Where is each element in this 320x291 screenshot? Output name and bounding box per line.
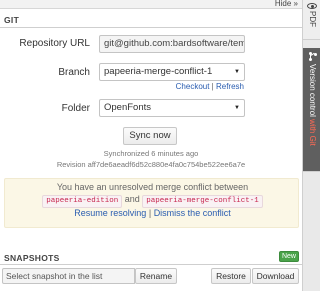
conflict-message: You have an unresolved merge conflict be… <box>56 182 249 192</box>
resume-resolving-link[interactable]: Resume resolving <box>74 208 146 218</box>
tab-version-control-label: Version control with Git <box>307 64 317 146</box>
tab-version-control[interactable]: Version control with Git <box>303 48 320 172</box>
folder-select[interactable]: OpenFonts ▼ <box>99 99 245 117</box>
refresh-link[interactable]: Refresh <box>216 82 244 91</box>
chevron-down-icon: ▼ <box>234 69 240 75</box>
revision-text: Revision aff7de6aeadf6d52c880e4fa0c754be… <box>56 160 246 169</box>
download-button[interactable]: Download <box>252 268 299 284</box>
branch-links: Checkout | Refresh <box>150 82 244 91</box>
folder-select-value: OpenFonts <box>104 102 151 113</box>
merge-conflict-notice: You have an unresolved merge conflict be… <box>4 178 299 228</box>
sync-now-button[interactable]: Sync now <box>123 127 177 145</box>
chevron-down-icon: ▼ <box>234 105 240 111</box>
new-snapshot-button[interactable]: New <box>279 251 299 262</box>
link-separator: | <box>211 82 214 91</box>
tab-pdf[interactable]: PDF <box>303 0 320 40</box>
version-control-text: Version control <box>308 64 317 117</box>
top-bar: Hide » <box>0 0 302 9</box>
tab-pdf-label: PDF <box>308 11 317 27</box>
dismiss-conflict-link[interactable]: Dismiss the conflict <box>154 208 231 218</box>
divider <box>0 264 302 265</box>
conflict-separator: | <box>148 208 152 218</box>
with-git-text: with Git <box>308 119 317 146</box>
side-tabs: PDF Version control with Git <box>302 0 320 291</box>
branch-select-value: papeeria-merge-conflict-1 <box>104 66 213 77</box>
conflict-branches: papeeria-edition and papeeria-merge-conf… <box>5 194 300 208</box>
conflict-actions: Resume resolving | Dismiss the conflict <box>5 208 300 218</box>
git-branch-icon <box>308 52 317 61</box>
hide-panel-link[interactable]: Hide » <box>275 0 298 9</box>
conflict-branch-a: papeeria-edition <box>42 195 123 208</box>
checkout-link[interactable]: Checkout <box>176 82 210 91</box>
snapshot-select-field[interactable]: Select snapshot in the list <box>2 268 135 284</box>
snapshots-section-title: SNAPSHOTS <box>4 253 60 263</box>
restore-button[interactable]: Restore <box>211 268 251 284</box>
conflict-and-text: and <box>124 194 140 204</box>
conflict-branch-b: papeeria-merge-conflict-1 <box>142 195 263 208</box>
repository-url-input[interactable]: git@github.com:bardsoftware/temp <box>99 35 245 53</box>
divider <box>0 27 302 28</box>
branch-select[interactable]: papeeria-merge-conflict-1 ▼ <box>99 63 245 81</box>
folder-label: Folder <box>61 103 90 114</box>
branch-label: Branch <box>58 67 90 78</box>
eye-icon <box>307 3 317 9</box>
rename-button[interactable]: Rename <box>135 268 177 284</box>
sync-status: Synchronized 6 minutes ago <box>103 149 199 158</box>
repository-url-label: Repository URL <box>19 38 90 49</box>
git-section-title: GIT <box>4 15 20 25</box>
